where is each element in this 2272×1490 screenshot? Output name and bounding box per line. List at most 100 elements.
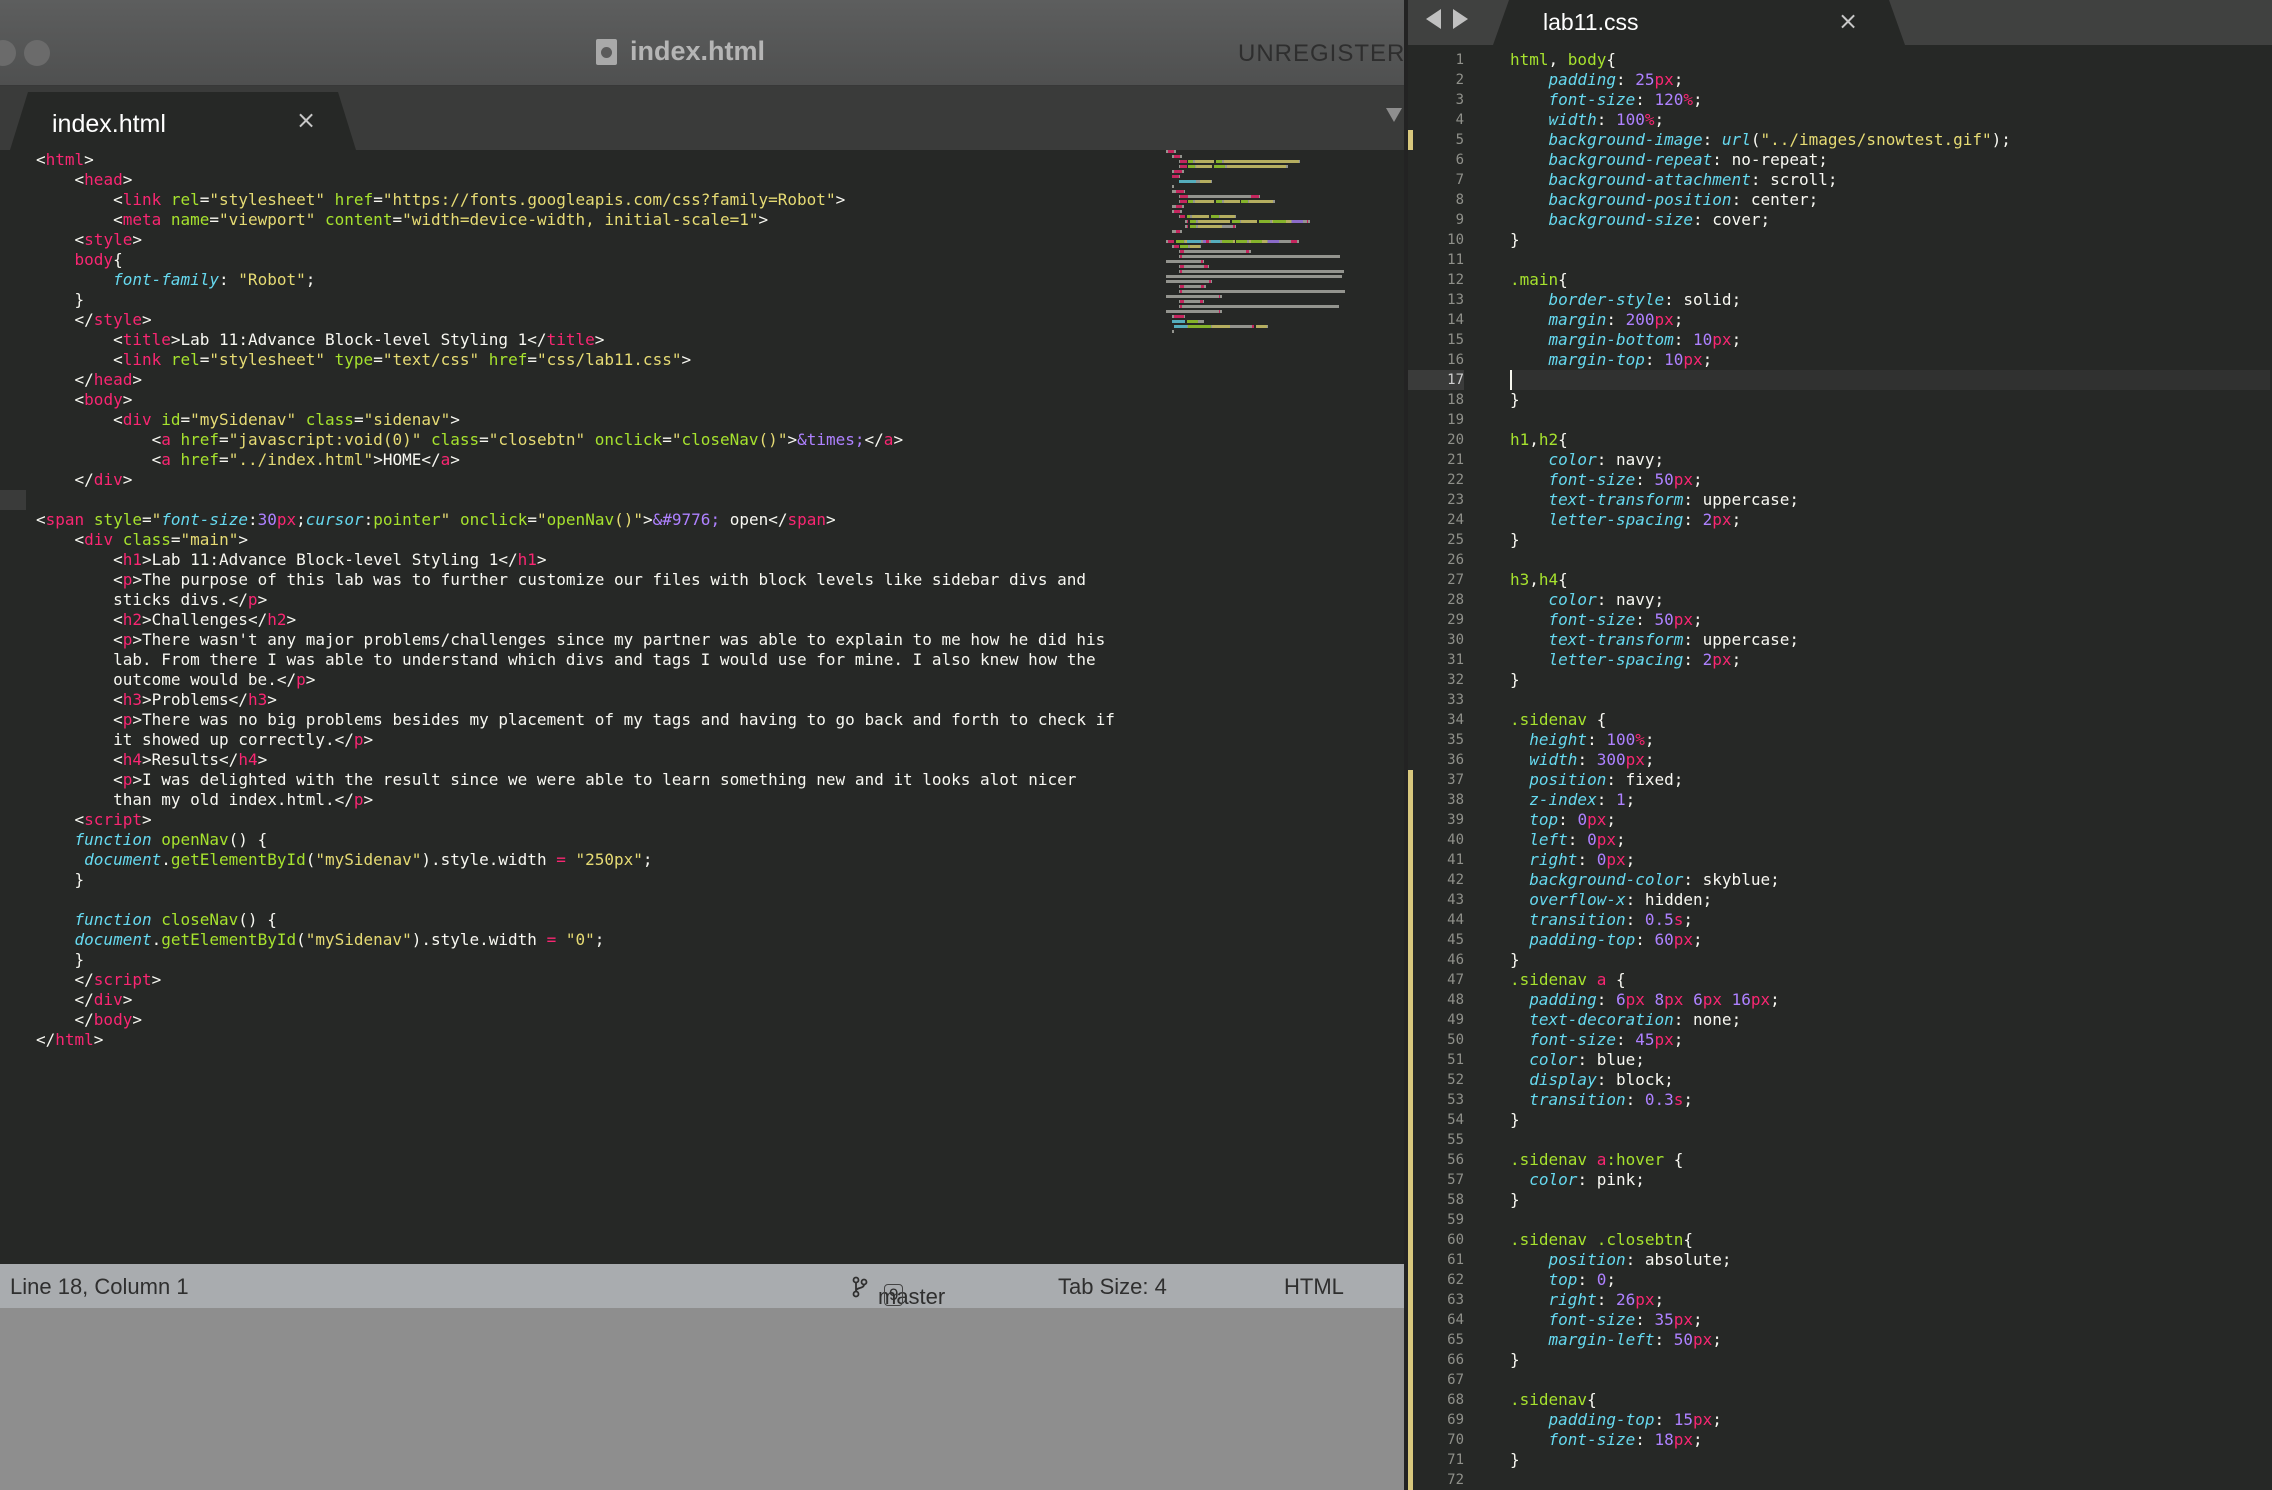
code-line[interactable]: document.getElementById("mySidenav").sty… (36, 930, 1166, 950)
code-line[interactable]: background-attachment: scroll; (1510, 170, 2270, 190)
code-line[interactable]: <div class="main"> (36, 530, 1166, 550)
code-line[interactable]: <span style="font-size:30px;cursor:point… (36, 510, 1166, 530)
close-icon[interactable]: × (1838, 7, 1858, 35)
code-line[interactable] (1510, 1470, 2270, 1490)
close-icon[interactable]: × (296, 106, 316, 134)
code-line[interactable]: text-transform: uppercase; (1510, 490, 2270, 510)
code-line[interactable]: <a href="javascript:void(0)" class="clos… (36, 430, 1166, 450)
code-line[interactable]: background-color: skyblue; (1510, 870, 2270, 890)
code-line[interactable]: lab. From there I was able to understand… (36, 650, 1166, 670)
code-line[interactable]: </div> (36, 990, 1166, 1010)
code-line[interactable]: } (1510, 1190, 2270, 1210)
code-line[interactable]: padding: 6px 8px 6px 16px; (1510, 990, 2270, 1010)
code-line[interactable]: document.getElementById("mySidenav").sty… (36, 850, 1166, 870)
code-line[interactable]: font-size: 50px; (1510, 470, 2270, 490)
code-line[interactable]: } (1510, 390, 2270, 410)
code-line[interactable]: padding-top: 15px; (1510, 1410, 2270, 1430)
code-line[interactable]: .sidenav a { (1510, 970, 2270, 990)
code-line[interactable]: margin-left: 50px; (1510, 1330, 2270, 1350)
code-line[interactable]: function closeNav() { (36, 910, 1166, 930)
code-line[interactable]: font-size: 45px; (1510, 1030, 2270, 1050)
tab-dropdown-icon[interactable] (1386, 108, 1402, 122)
code-line[interactable]: <p>The purpose of this lab was to furthe… (36, 570, 1166, 590)
code-line[interactable]: color: pink; (1510, 1170, 2270, 1190)
code-line[interactable]: <script> (36, 810, 1166, 830)
code-line[interactable]: display: block; (1510, 1070, 2270, 1090)
code-line[interactable]: color: blue; (1510, 1050, 2270, 1070)
code-line[interactable] (1510, 690, 2270, 710)
code-line[interactable]: <p>There was no big problems besides my … (36, 710, 1166, 730)
code-line[interactable]: outcome would be.</p> (36, 670, 1166, 690)
code-line[interactable]: } (36, 870, 1166, 890)
minimap[interactable] (1166, 150, 1402, 335)
code-line[interactable]: <body> (36, 390, 1166, 410)
code-line[interactable]: <meta name="viewport" content="width=dev… (36, 210, 1166, 230)
code-line[interactable]: padding-top: 60px; (1510, 930, 2270, 950)
code-line[interactable]: <p>I was delighted with the result since… (36, 770, 1166, 790)
minimize-window-button[interactable] (24, 40, 50, 66)
code-line[interactable]: } (1510, 230, 2270, 250)
code-line[interactable]: width: 100%; (1510, 110, 2270, 130)
code-line[interactable]: </body> (36, 1010, 1166, 1030)
tab-lab11-css[interactable]: lab11.css × (1493, 0, 1905, 45)
code-line[interactable]: top: 0px; (1510, 810, 2270, 830)
code-line[interactable]: sticks divs.</p> (36, 590, 1166, 610)
code-line[interactable]: text-transform: uppercase; (1510, 630, 2270, 650)
code-line[interactable]: width: 300px; (1510, 750, 2270, 770)
code-line[interactable]: .sidenav { (1510, 710, 2270, 730)
code-line[interactable]: .main{ (1510, 270, 2270, 290)
code-line[interactable]: font-family: "Robot"; (36, 270, 1166, 290)
code-line[interactable]: } (1510, 530, 2270, 550)
code-line[interactable]: </head> (36, 370, 1166, 390)
code-line[interactable]: h3,h4{ (1510, 570, 2270, 590)
code-line[interactable]: <title>Lab 11:Advance Block-level Stylin… (36, 330, 1166, 350)
code-line[interactable]: function openNav() { (36, 830, 1166, 850)
code-line[interactable]: position: absolute; (1510, 1250, 2270, 1270)
code-line[interactable]: right: 0px; (1510, 850, 2270, 870)
code-line[interactable]: } (36, 950, 1166, 970)
code-line[interactable]: margin-bottom: 10px; (1510, 330, 2270, 350)
code-line[interactable]: background-repeat: no-repeat; (1510, 150, 2270, 170)
code-line[interactable]: <h3>Problems</h3> (36, 690, 1166, 710)
code-line[interactable]: font-size: 50px; (1510, 610, 2270, 630)
code-line[interactable]: font-size: 120%; (1510, 90, 2270, 110)
close-window-button[interactable] (0, 40, 16, 66)
code-line[interactable]: } (1510, 950, 2270, 970)
code-line[interactable]: right: 26px; (1510, 1290, 2270, 1310)
code-line[interactable]: than my old index.html.</p> (36, 790, 1166, 810)
code-line[interactable]: <h1>Lab 11:Advance Block-level Styling 1… (36, 550, 1166, 570)
code-line[interactable]: <p>There wasn't any major problems/chall… (36, 630, 1166, 650)
code-line[interactable] (36, 490, 1166, 510)
code-line[interactable]: background-position: center; (1510, 190, 2270, 210)
code-line[interactable]: background-size: cover; (1510, 210, 2270, 230)
arrow-right-icon[interactable] (1453, 9, 1468, 29)
code-line[interactable]: it showed up correctly.</p> (36, 730, 1166, 750)
code-line[interactable]: transition: 0.5s; (1510, 910, 2270, 930)
code-line[interactable]: font-size: 18px; (1510, 1430, 2270, 1450)
code-line[interactable] (1510, 1130, 2270, 1150)
code-line[interactable]: <link rel="stylesheet" href="https://fon… (36, 190, 1166, 210)
code-line[interactable]: } (1510, 1450, 2270, 1470)
code-line[interactable]: } (1510, 1350, 2270, 1370)
code-line[interactable]: .sidenav .closebtn{ (1510, 1230, 2270, 1250)
code-line[interactable]: body{ (36, 250, 1166, 270)
code-line[interactable]: background-image: url("../images/snowtes… (1510, 130, 2270, 150)
code-line[interactable] (1510, 550, 2270, 570)
code-line[interactable]: padding: 25px; (1510, 70, 2270, 90)
code-line[interactable] (36, 890, 1166, 910)
code-line[interactable]: } (1510, 1110, 2270, 1130)
code-line[interactable]: .sidenav{ (1510, 1390, 2270, 1410)
code-line[interactable]: </script> (36, 970, 1166, 990)
css-code-area[interactable]: html, body{ padding: 25px; font-size: 12… (1510, 50, 2270, 1490)
code-line[interactable]: color: navy; (1510, 590, 2270, 610)
code-line[interactable] (1510, 370, 2270, 390)
code-line[interactable]: text-decoration: none; (1510, 1010, 2270, 1030)
code-line[interactable]: z-index: 1; (1510, 790, 2270, 810)
code-line[interactable] (1510, 410, 2270, 430)
code-line[interactable] (1510, 1210, 2270, 1230)
tab-size-selector[interactable]: Tab Size: 4 (1058, 1274, 1167, 1300)
arrow-left-icon[interactable] (1426, 9, 1441, 29)
code-line[interactable]: margin-top: 10px; (1510, 350, 2270, 370)
code-line[interactable]: <h2>Challenges</h2> (36, 610, 1166, 630)
code-line[interactable]: font-size: 35px; (1510, 1310, 2270, 1330)
